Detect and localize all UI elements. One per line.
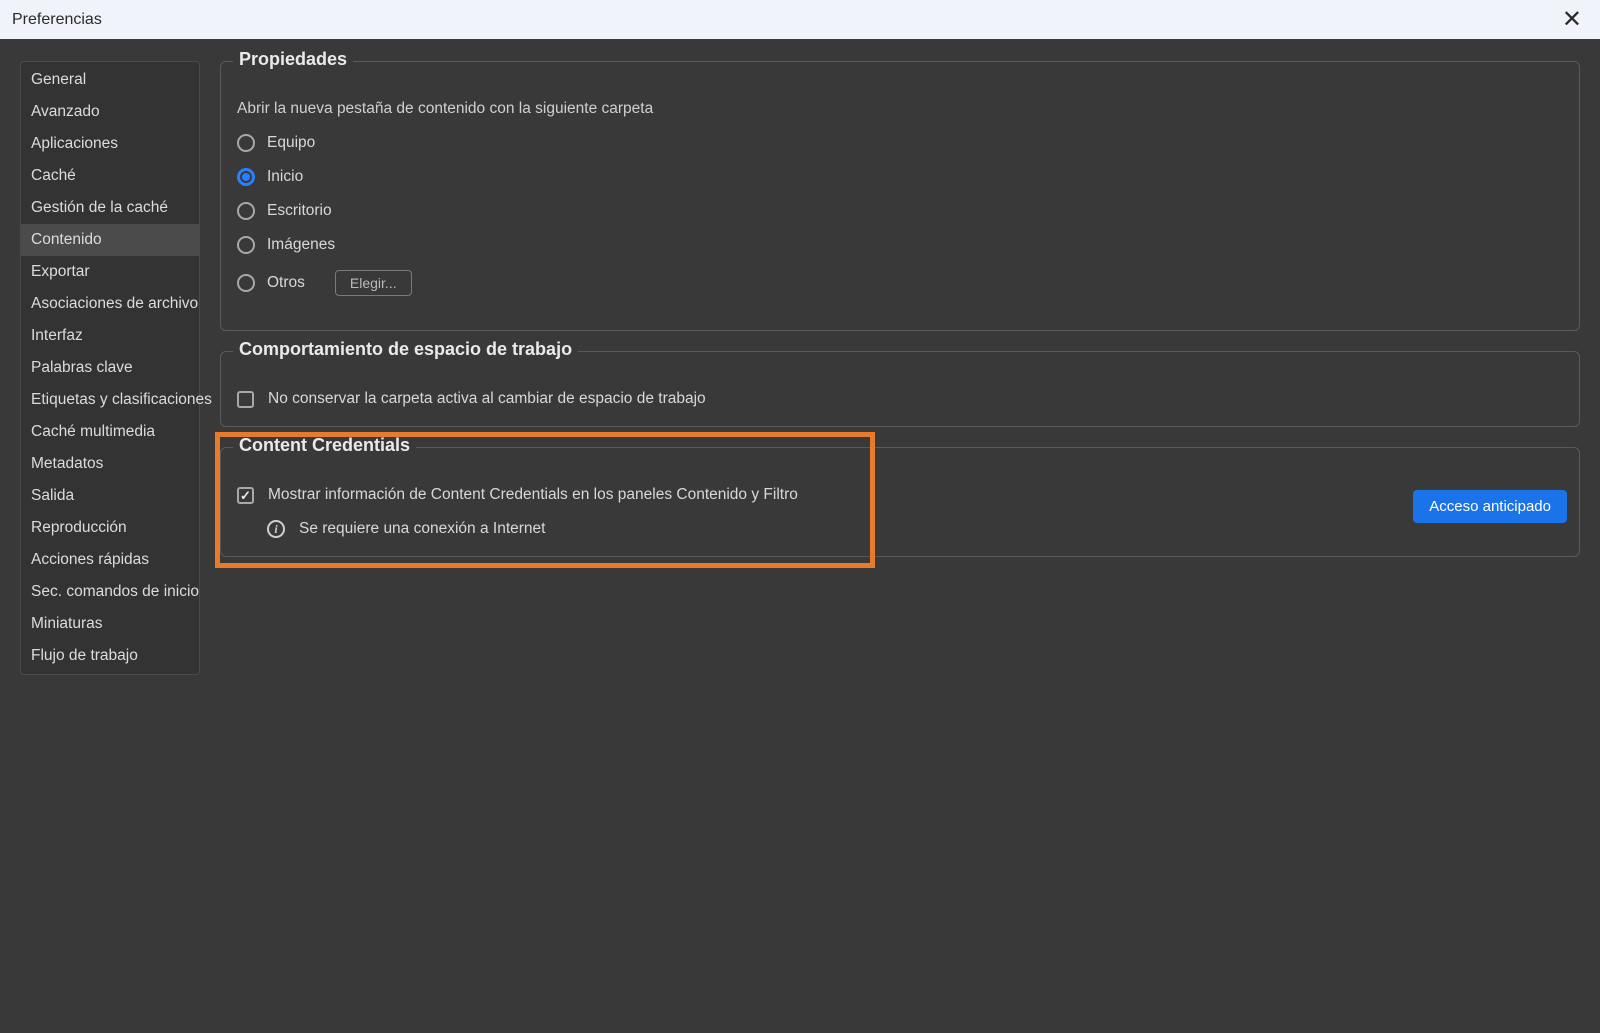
credentials-checkbox-row[interactable]: Mostrar información de Content Credentia… xyxy=(237,486,1563,504)
sidebar-item[interactable]: Flujo de trabajo xyxy=(21,640,199,672)
radio-button[interactable] xyxy=(237,168,255,186)
workspace-checkbox-row[interactable]: No conservar la carpeta activa al cambia… xyxy=(237,390,1563,408)
radio-row[interactable]: Otros Elegir... xyxy=(237,270,1563,296)
credentials-legend: Content Credentials xyxy=(233,435,416,456)
sidebar-item[interactable]: Contenido xyxy=(21,224,199,256)
radio-button[interactable] xyxy=(237,274,255,292)
sidebar-item[interactable]: Miniaturas xyxy=(21,608,199,640)
radio-label: Imágenes xyxy=(267,236,335,254)
sidebar-item[interactable]: Caché multimedia xyxy=(21,416,199,448)
choose-button[interactable]: Elegir... xyxy=(335,270,412,296)
close-icon[interactable]: ✕ xyxy=(1556,5,1588,34)
properties-legend: Propiedades xyxy=(233,49,353,70)
sidebar-item[interactable]: Aplicaciones xyxy=(21,128,199,160)
sidebar-item[interactable]: Asociaciones de archivo xyxy=(21,288,199,320)
properties-description: Abrir la nueva pestaña de contenido con … xyxy=(237,100,1563,118)
sidebar-item[interactable]: Gestión de la caché xyxy=(21,192,199,224)
sidebar-item[interactable]: Etiquetas y clasificaciones xyxy=(21,384,199,416)
preferences-sidebar: GeneralAvanzadoAplicacionesCachéGestión … xyxy=(20,61,200,675)
radio-row[interactable]: Imágenes xyxy=(237,236,1563,254)
workspace-checkbox[interactable] xyxy=(237,391,254,408)
radio-row[interactable]: Escritorio xyxy=(237,202,1563,220)
sidebar-item[interactable]: Reproducción xyxy=(21,512,199,544)
sidebar-item[interactable]: Salida xyxy=(21,480,199,512)
workspace-checkbox-label: No conservar la carpeta activa al cambia… xyxy=(268,390,706,408)
sidebar-item[interactable]: General xyxy=(21,64,199,96)
workspace-group: Comportamiento de espacio de trabajo No … xyxy=(220,351,1580,427)
credentials-info-text: Se requiere una conexión a Internet xyxy=(299,520,545,538)
credentials-group: Content Credentials Mostrar información … xyxy=(220,447,1580,557)
radio-label: Escritorio xyxy=(267,202,332,220)
title-bar: Preferencias ✕ xyxy=(0,0,1600,39)
dialog-body: GeneralAvanzadoAplicacionesCachéGestión … xyxy=(0,39,1600,675)
sidebar-item[interactable]: Exportar xyxy=(21,256,199,288)
sidebar-item[interactable]: Sec. comandos de inicio xyxy=(21,576,199,608)
window-title: Preferencias xyxy=(12,11,1556,29)
sidebar-item[interactable]: Interfaz xyxy=(21,320,199,352)
sidebar-item[interactable]: Palabras clave xyxy=(21,352,199,384)
sidebar-item[interactable]: Acciones rápidas xyxy=(21,544,199,576)
sidebar-item[interactable]: Avanzado xyxy=(21,96,199,128)
radio-button[interactable] xyxy=(237,202,255,220)
workspace-legend: Comportamiento de espacio de trabajo xyxy=(233,339,578,360)
sidebar-item[interactable]: Metadatos xyxy=(21,448,199,480)
credentials-info-row: i Se requiere una conexión a Internet xyxy=(267,520,1563,538)
credentials-checkbox[interactable] xyxy=(237,487,254,504)
radio-button[interactable] xyxy=(237,134,255,152)
radio-row[interactable]: Equipo xyxy=(237,134,1563,152)
radio-label: Otros xyxy=(267,274,305,292)
radio-button[interactable] xyxy=(237,236,255,254)
radio-label: Equipo xyxy=(267,134,315,152)
content-panel: Propiedades Abrir la nueva pestaña de co… xyxy=(220,61,1580,675)
radio-label: Inicio xyxy=(267,168,303,186)
credentials-checkbox-label: Mostrar información de Content Credentia… xyxy=(268,486,798,504)
sidebar-item[interactable]: Caché xyxy=(21,160,199,192)
info-icon: i xyxy=(267,520,285,538)
radio-row[interactable]: Inicio xyxy=(237,168,1563,186)
early-access-button[interactable]: Acceso anticipado xyxy=(1413,490,1567,523)
properties-group: Propiedades Abrir la nueva pestaña de co… xyxy=(220,61,1580,331)
